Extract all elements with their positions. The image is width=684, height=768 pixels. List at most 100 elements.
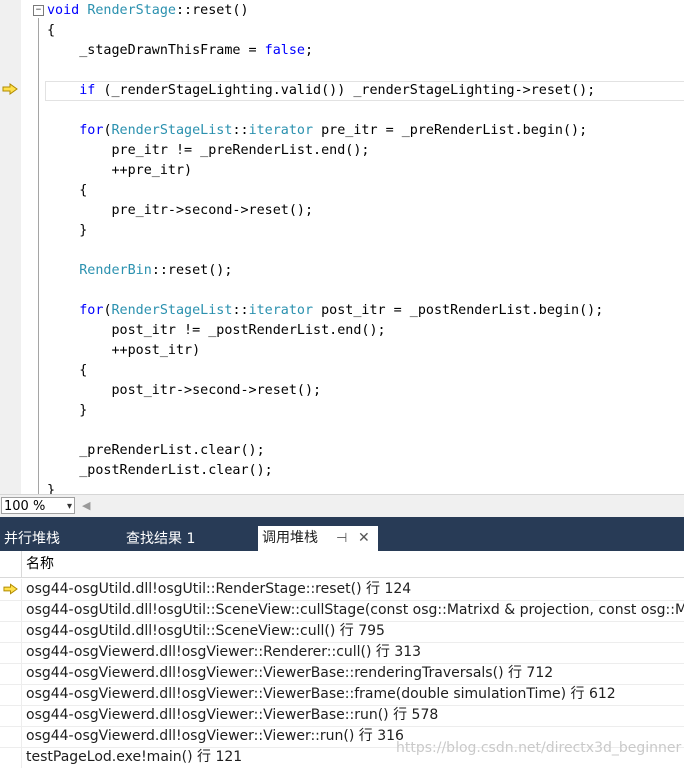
row-marker-cell [0, 642, 22, 663]
call-stack-frame-text: osg44-osgViewerd.dll!osgViewer::ViewerBa… [26, 665, 554, 681]
code-line[interactable]: post_itr->second->reset(); [47, 381, 321, 401]
call-stack-frame-text: osg44-osgUtild.dll!osgUtil::RenderStage:… [26, 581, 412, 597]
row-marker-cell [0, 663, 22, 684]
call-stack-row[interactable]: osg44-osgUtild.dll!osgUtil::SceneView::c… [0, 600, 684, 622]
code-token: ++pre_itr) [47, 163, 193, 178]
column-divider [21, 551, 22, 577]
row-marker-cell [0, 705, 22, 726]
row-marker-cell [0, 747, 22, 768]
call-stack-frame-text: osg44-osgViewerd.dll!osgViewer::Renderer… [26, 644, 422, 660]
code-line[interactable]: for(RenderStageList::iterator post_itr =… [47, 301, 603, 321]
call-stack-frame-text: osg44-osgUtild.dll!osgUtil::SceneView::c… [26, 602, 684, 618]
call-stack-frame-text: osg44-osgViewerd.dll!osgViewer::ViewerBa… [26, 707, 439, 723]
scroll-left-icon[interactable]: ◀ [82, 499, 90, 512]
code-token: ::reset(); [151, 263, 233, 278]
code-line[interactable]: { [47, 361, 87, 381]
call-stack-frame-text: osg44-osgViewerd.dll!osgViewer::ViewerBa… [26, 686, 616, 702]
call-stack-frame-text: osg44-osgViewerd.dll!osgViewer::Viewer::… [26, 728, 404, 744]
watermark: https://blog.csdn.net/directx3d_beginner [396, 740, 682, 756]
tab-label: 调用堆栈 [262, 530, 318, 546]
code-line[interactable]: if (_renderStageLighting.valid()) _rende… [47, 81, 595, 101]
code-token: (_renderStageLighting.valid()) _renderSt… [95, 83, 596, 98]
call-stack-row[interactable]: osg44-osgViewerd.dll!osgViewer::Renderer… [0, 642, 684, 664]
code-line[interactable]: _stageDrawnThisFrame = false; [47, 41, 313, 61]
tab-call-stack[interactable]: 调用堆栈 ⊣ ✕ [258, 526, 378, 551]
code-token: :: [232, 303, 249, 318]
code-line[interactable]: ++pre_itr) [47, 161, 192, 181]
code-token: ; [304, 43, 314, 58]
call-stack-row[interactable]: osg44-osgViewerd.dll!osgViewer::ViewerBa… [0, 663, 684, 685]
code-line[interactable]: } [47, 221, 87, 241]
call-stack-row[interactable]: osg44-osgViewerd.dll!osgViewer::ViewerBa… [0, 684, 684, 706]
editor-gutter[interactable] [0, 0, 21, 494]
row-marker-cell [0, 684, 22, 705]
call-stack-grid[interactable]: 名称 osg44-osgUtild.dll!osgUtil::RenderSta… [0, 551, 684, 768]
code-type: RenderStageList [111, 123, 233, 138]
row-marker-cell [0, 600, 22, 621]
call-stack-row[interactable]: osg44-osgViewerd.dll!osgViewer::ViewerBa… [0, 705, 684, 727]
code-token: { [47, 183, 88, 198]
current-frame-arrow-icon [3, 583, 18, 595]
zoom-select[interactable]: 100 % ▾ [1, 497, 75, 514]
code-line[interactable]: post_itr != _postRenderList.end(); [47, 321, 386, 341]
code-token: pre_itr = _preRenderList.begin(); [313, 123, 588, 138]
code-token: post_itr = _postRenderList.begin(); [313, 303, 604, 318]
pin-icon[interactable]: ⊣ [336, 526, 347, 551]
tab-label: 并行堆栈 [4, 531, 60, 547]
column-header[interactable]: 名称 [0, 551, 684, 578]
tab-parallel-stacks[interactable]: 并行堆栈 [0, 527, 110, 551]
code-keyword: for [79, 303, 104, 318]
editor-statusbar: 100 % ▾ ◀ [0, 494, 684, 517]
code-type: RenderStage [87, 3, 176, 18]
code-token: post_itr->second->reset(); [47, 383, 322, 398]
code-type: RenderStageList [111, 303, 233, 318]
code-line[interactable]: void RenderStage::reset() [47, 1, 249, 21]
code-token: _postRenderList.clear(); [47, 463, 273, 478]
code-line[interactable]: pre_itr != _preRenderList.end(); [47, 141, 369, 161]
code-line[interactable]: } [47, 481, 55, 494]
call-stack-row[interactable]: osg44-osgUtild.dll!osgUtil::RenderStage:… [0, 579, 684, 601]
code-token: { [47, 363, 88, 378]
code-token: ( [103, 303, 112, 318]
code-token: :: [232, 123, 249, 138]
code-token: ::reset() [176, 3, 249, 18]
code-token: post_itr != _postRenderList.end(); [47, 323, 386, 338]
code-token: } [47, 223, 88, 238]
code-keyword: if [79, 83, 96, 98]
column-name-label: 名称 [26, 556, 54, 572]
chevron-down-icon[interactable]: ▾ [67, 498, 72, 515]
zoom-value: 100 % [4, 499, 46, 514]
collapse-icon[interactable]: − [33, 5, 44, 16]
tab-find-results-1[interactable]: 查找结果 1 [122, 527, 242, 551]
code-editor[interactable]: − void RenderStage::reset(){ _stageDrawn… [0, 0, 684, 494]
code-line[interactable]: _preRenderList.clear(); [47, 441, 264, 461]
code-keyword: void [47, 3, 88, 18]
code-token: _stageDrawnThisFrame = [47, 43, 265, 58]
outline-fold-line [38, 18, 39, 494]
code-token: ( [103, 123, 112, 138]
code-token: ++post_itr) [47, 343, 201, 358]
code-token: pre_itr != _preRenderList.end(); [47, 143, 370, 158]
call-stack-frame-text: osg44-osgUtild.dll!osgUtil::SceneView::c… [26, 623, 385, 639]
code-token: } [47, 403, 88, 418]
code-line[interactable]: pre_itr->second->reset(); [47, 201, 313, 221]
code-line[interactable]: for(RenderStageList::iterator pre_itr = … [47, 121, 587, 141]
code-line[interactable]: { [47, 21, 55, 41]
row-marker-cell [0, 579, 22, 600]
close-icon[interactable]: ✕ [358, 526, 370, 551]
code-keyword: for [79, 123, 104, 138]
code-token: pre_itr->second->reset(); [47, 203, 314, 218]
code-line[interactable]: { [47, 181, 87, 201]
code-line[interactable]: _postRenderList.clear(); [47, 461, 273, 481]
call-stack-row[interactable]: osg44-osgUtild.dll!osgUtil::SceneView::c… [0, 621, 684, 643]
code-line[interactable]: } [47, 401, 87, 421]
call-stack-frame-text: testPageLod.exe!main() 行 121 [26, 749, 243, 765]
code-line[interactable]: ++post_itr) [47, 341, 200, 361]
code-line[interactable]: RenderBin::reset(); [47, 261, 232, 281]
code-type: iterator [248, 303, 314, 318]
row-marker-cell [0, 621, 22, 642]
